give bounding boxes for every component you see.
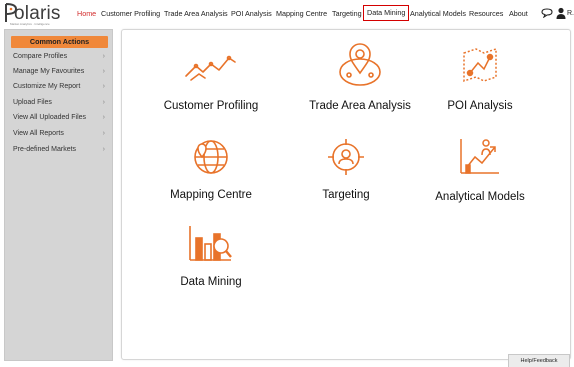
sidebar-item-label: Upload Files <box>13 99 52 106</box>
trend-line-icon <box>185 55 236 81</box>
nav-mapping-centre[interactable]: Mapping Centre <box>276 7 327 21</box>
user-name[interactable]: R. <box>567 7 574 21</box>
tile-label: POI Analysis <box>447 100 513 112</box>
top-header: olaris Market Analytics · Intelligence H… <box>0 0 574 28</box>
sidebar: Common Actions Compare Profiles › Manage … <box>4 29 113 361</box>
tile-mapping-centre[interactable]: Mapping Centre <box>136 137 286 201</box>
nav-poi-analysis[interactable]: POI Analysis <box>231 7 272 21</box>
globe-pin-icon <box>194 140 228 174</box>
sidebar-item-label: Manage My Favourites <box>13 68 85 75</box>
sidebar-item-predefined-markets[interactable]: Pre-defined Markets › <box>13 145 107 155</box>
tile-customer-profiling[interactable]: Customer Profiling <box>136 46 286 112</box>
tile-data-mining[interactable]: Data Mining <box>136 222 286 288</box>
target-user-icon <box>328 139 364 175</box>
nav-analytical-models[interactable]: Analytical Models <box>410 7 466 21</box>
tile-label: Targeting <box>322 189 370 201</box>
sidebar-item-view-reports[interactable]: View All Reports › <box>13 129 107 139</box>
sidebar-item-label: Pre-defined Markets <box>13 146 77 153</box>
tile-label: Customer Profiling <box>163 100 259 112</box>
sidebar-item-view-uploaded-files[interactable]: View All Uploaded Files › <box>13 113 107 123</box>
chevron-right-icon: › <box>102 114 105 121</box>
chevron-right-icon: › <box>102 146 105 153</box>
chevron-right-icon: › <box>102 99 105 106</box>
sidebar-item-customize-report[interactable]: Customize My Report › <box>13 82 107 92</box>
tile-label: Data Mining <box>180 276 242 288</box>
sidebar-header: Common Actions <box>11 36 108 48</box>
location-pin-icon <box>339 43 381 86</box>
sidebar-item-manage-favourites[interactable]: Manage My Favourites › <box>13 67 107 77</box>
sidebar-item-label: Compare Profiles <box>13 53 68 60</box>
bar-magnifier-icon <box>189 226 232 261</box>
nav-customer-profiling[interactable]: Customer Profiling <box>101 7 160 21</box>
nav-home[interactable]: Home <box>77 7 96 21</box>
nav-trade-area-analysis[interactable]: Trade Area Analysis <box>164 7 228 21</box>
sidebar-item-label: View All Uploaded Files <box>13 114 87 121</box>
nav-about[interactable]: About <box>509 7 528 21</box>
help-feedback-tab[interactable]: Help/Feedback <box>508 354 570 367</box>
nav-data-mining[interactable]: Data Mining <box>363 5 410 21</box>
sidebar-item-label: View All Reports <box>13 130 64 137</box>
growth-chart-icon <box>460 139 499 174</box>
route-map-icon <box>463 47 497 83</box>
sidebar-item-label: Customize My Report <box>13 83 81 90</box>
tile-targeting[interactable]: Targeting <box>271 137 421 201</box>
chevron-right-icon: › <box>102 83 105 90</box>
chat-icon[interactable] <box>541 8 553 18</box>
user-icon[interactable] <box>556 7 566 19</box>
logo-tagline: Market Analytics · Intelligence <box>10 22 50 26</box>
nav-resources[interactable]: Resources <box>469 7 503 21</box>
nav-targeting[interactable]: Targeting <box>332 7 362 21</box>
tile-poi-analysis[interactable]: POI Analysis <box>405 45 555 112</box>
sidebar-item-upload-files[interactable]: Upload Files › <box>13 98 107 108</box>
polaris-logo[interactable]: olaris Market Analytics · Intelligence <box>4 2 66 26</box>
tile-label: Analytical Models <box>435 191 525 203</box>
tile-analytical-models[interactable]: Analytical Models <box>405 135 555 203</box>
chevron-right-icon: › <box>102 68 105 75</box>
sidebar-item-compare-profiles[interactable]: Compare Profiles › <box>13 52 107 62</box>
chevron-right-icon: › <box>102 53 105 60</box>
tile-label: Mapping Centre <box>170 189 252 201</box>
chevron-right-icon: › <box>102 130 105 137</box>
